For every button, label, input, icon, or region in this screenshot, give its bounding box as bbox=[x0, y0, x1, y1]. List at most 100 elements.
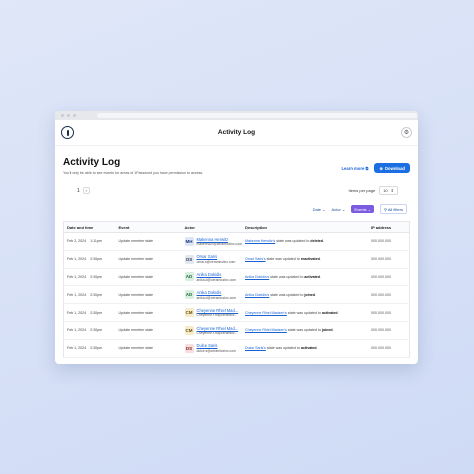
time-text: 2:30pm bbox=[90, 274, 103, 279]
ip-cell: 000.000.000 bbox=[367, 339, 410, 358]
description-state: activated bbox=[301, 346, 317, 351]
actor-cell: AD Anika Dokidis anika.d@ceramiczinc.com bbox=[181, 285, 242, 305]
app-title: Activity Log bbox=[217, 129, 256, 136]
app-header: Activity Log ⚙ bbox=[55, 120, 418, 146]
all-filters-button[interactable]: ⚲ All filters bbox=[380, 204, 407, 214]
table-row[interactable]: Feb 1, 2024 2:30pm Update member state OS Om… bbox=[63, 250, 410, 269]
event-cell: Update member state bbox=[115, 285, 182, 305]
description-text: state was updated to bbox=[265, 346, 301, 351]
description-state: deleted bbox=[310, 239, 323, 244]
avatar: CM bbox=[184, 325, 194, 335]
description-cell: Anika Dokidis's state was updated to joi… bbox=[241, 285, 368, 305]
date-filter-label: Date bbox=[312, 206, 322, 212]
date-column-header[interactable]: Date and time bbox=[63, 221, 116, 233]
avatar: AD bbox=[184, 272, 194, 282]
download-button[interactable]: ⊕ Download bbox=[374, 163, 410, 173]
1password-logo-icon[interactable] bbox=[61, 126, 74, 139]
actor-filter[interactable]: Actor ⌄ bbox=[332, 207, 346, 212]
time-text: 2:30pm bbox=[90, 346, 103, 351]
actor-name-link[interactable]: Omar Saris bbox=[197, 254, 236, 259]
actor-name-link[interactable]: Dulce Saris bbox=[197, 343, 236, 348]
date-cell: Feb 1, 2024 2:30pm bbox=[63, 339, 116, 358]
date-filter[interactable]: Date ⌄ bbox=[313, 207, 326, 212]
events-filter[interactable]: Events ⌄ bbox=[351, 205, 375, 213]
filter-bar: Date ⌄ Actor ⌄ Events ⌄ ⚲ All filters bbox=[63, 204, 410, 214]
filter-icon: ⚲ bbox=[384, 206, 387, 212]
actor-column-header[interactable]: Actor bbox=[181, 221, 242, 233]
learn-more-link[interactable]: Learn more ⧉ bbox=[341, 166, 368, 171]
page-subtitle: You'll only be able to see events for ar… bbox=[63, 171, 204, 175]
actor-cell: MH Makenna Herwitz makenna.h@ceramiczinc.c… bbox=[181, 232, 242, 251]
event-cell: Update member state bbox=[115, 303, 182, 322]
browser-chrome bbox=[55, 111, 418, 120]
time-text: 2:30pm bbox=[90, 292, 103, 297]
address-bar[interactable] bbox=[97, 113, 417, 118]
gear-icon[interactable]: ⚙ bbox=[401, 127, 412, 138]
current-page: 1 bbox=[77, 187, 80, 194]
ip-cell: 000.000.000 bbox=[367, 303, 410, 322]
description-actor-link[interactable]: Makenna Herwitz's bbox=[245, 239, 275, 243]
description-cell: Omar Saris's state was updated to reacti… bbox=[241, 250, 368, 269]
date-cell: Feb 1, 2024 2:30pm bbox=[63, 285, 116, 305]
chevron-right-icon[interactable]: › bbox=[82, 187, 90, 194]
table-row[interactable]: Feb 2, 2024 1:11pm Update member state MH Ma… bbox=[63, 232, 410, 251]
actor-name-link[interactable]: Makenna Herwitz bbox=[197, 237, 242, 242]
description-actor-link[interactable]: Omar Saris's bbox=[245, 257, 266, 261]
table-header-row: Date and time Event Actor Description IP… bbox=[63, 221, 410, 233]
date-text: Feb 1, 2024 bbox=[67, 310, 87, 315]
description-state: reactivated bbox=[300, 257, 320, 262]
description-actor-link[interactable]: Cheyenne Rhiel Madsen's bbox=[245, 311, 287, 315]
description-state: activated bbox=[304, 274, 320, 279]
table-row[interactable]: Feb 1, 2024 2:30pm Update member state CM Ch… bbox=[63, 321, 410, 340]
description-end: . bbox=[337, 310, 339, 315]
actor-email: Cheyenne.r.m@ceramicz... bbox=[196, 331, 238, 336]
ip-cell: 000.000.000 bbox=[367, 250, 410, 269]
date-text: Feb 2, 2024 bbox=[67, 239, 87, 244]
items-per-page-select[interactable]: 10 ⇕ bbox=[379, 186, 398, 195]
description-end: . bbox=[332, 328, 334, 333]
description-end: . bbox=[322, 239, 324, 244]
page-title: Activity Log bbox=[63, 157, 121, 168]
event-column-header[interactable]: Event bbox=[115, 221, 182, 233]
description-actor-link[interactable]: Cheyenne Rhiel Madsen's bbox=[245, 328, 287, 332]
chevron-updown-icon: ⇕ bbox=[390, 188, 394, 193]
window-dot-icon bbox=[61, 114, 64, 117]
actor-email: makenna.h@ceramiczinc.com bbox=[196, 242, 242, 247]
table-row[interactable]: Feb 1, 2024 2:30pm Update member state AD An… bbox=[63, 268, 410, 287]
ip-column-header[interactable]: IP address bbox=[367, 221, 410, 233]
actor-name-link[interactable]: Anika Dokidis bbox=[197, 290, 237, 295]
actor-name-link[interactable]: Anika Dokidis bbox=[197, 272, 237, 277]
description-end: . bbox=[316, 346, 318, 351]
description-column-header[interactable]: Description bbox=[241, 221, 368, 233]
description-cell: Dulce Saris's state was updated to activ… bbox=[241, 339, 368, 358]
actor-email: anika.d@ceramiczinc.com bbox=[196, 295, 237, 300]
ip-cell: 000.000.000 bbox=[367, 268, 410, 287]
description-actor-link[interactable]: Dulce Saris's bbox=[245, 346, 266, 350]
actor-cell: OS Omar Saris omar.s@ceramiczinc.com bbox=[181, 250, 242, 269]
actor-name-link[interactable]: Cheyenne Rhiel Mad... bbox=[197, 326, 239, 331]
description-cell: Cheyenne Rhiel Madsen's state was update… bbox=[241, 321, 368, 340]
actor-email: dulce.s@ceramiczinc.com bbox=[196, 348, 236, 353]
table-row[interactable]: Feb 1, 2024 2:30pm Update member state CM Ch… bbox=[63, 303, 410, 322]
chevron-down-icon: ⌄ bbox=[322, 206, 326, 212]
chevron-down-icon: ⌄ bbox=[367, 206, 372, 212]
description-end: . bbox=[315, 292, 316, 297]
date-cell: Feb 1, 2024 2:30pm bbox=[63, 303, 116, 322]
activity-table: Date and time Event Actor Description IP… bbox=[63, 221, 410, 358]
description-actor-link[interactable]: Anika Dokidis's bbox=[245, 275, 269, 279]
actor-name-link[interactable]: Cheyenne Rhiel Mad... bbox=[197, 308, 239, 313]
window-dot-icon bbox=[67, 114, 70, 117]
page-header: Activity Log You'll only be able to see … bbox=[63, 155, 410, 175]
description-actor-link[interactable]: Anika Dokidis's bbox=[245, 293, 269, 297]
table-row[interactable]: Feb 1, 2024 2:30pm Update member state AD An… bbox=[63, 285, 410, 305]
date-cell: Feb 1, 2024 2:30pm bbox=[63, 268, 116, 287]
actor-cell: DS Dulce Saris dulce.s@ceramiczinc.com bbox=[181, 339, 242, 358]
avatar: DS bbox=[184, 343, 194, 353]
avatar: CM bbox=[184, 308, 194, 318]
description-cell: Cheyenne Rhiel Madsen's state was update… bbox=[241, 303, 368, 322]
avatar: OS bbox=[184, 254, 194, 264]
table-row[interactable]: Feb 1, 2024 2:30pm Update member state DS Du… bbox=[63, 339, 410, 358]
time-text: 2:30pm bbox=[90, 328, 103, 333]
description-end: . bbox=[320, 274, 321, 279]
actor-cell: AD Anika Dokidis anika.d@ceramiczinc.com bbox=[181, 268, 242, 287]
